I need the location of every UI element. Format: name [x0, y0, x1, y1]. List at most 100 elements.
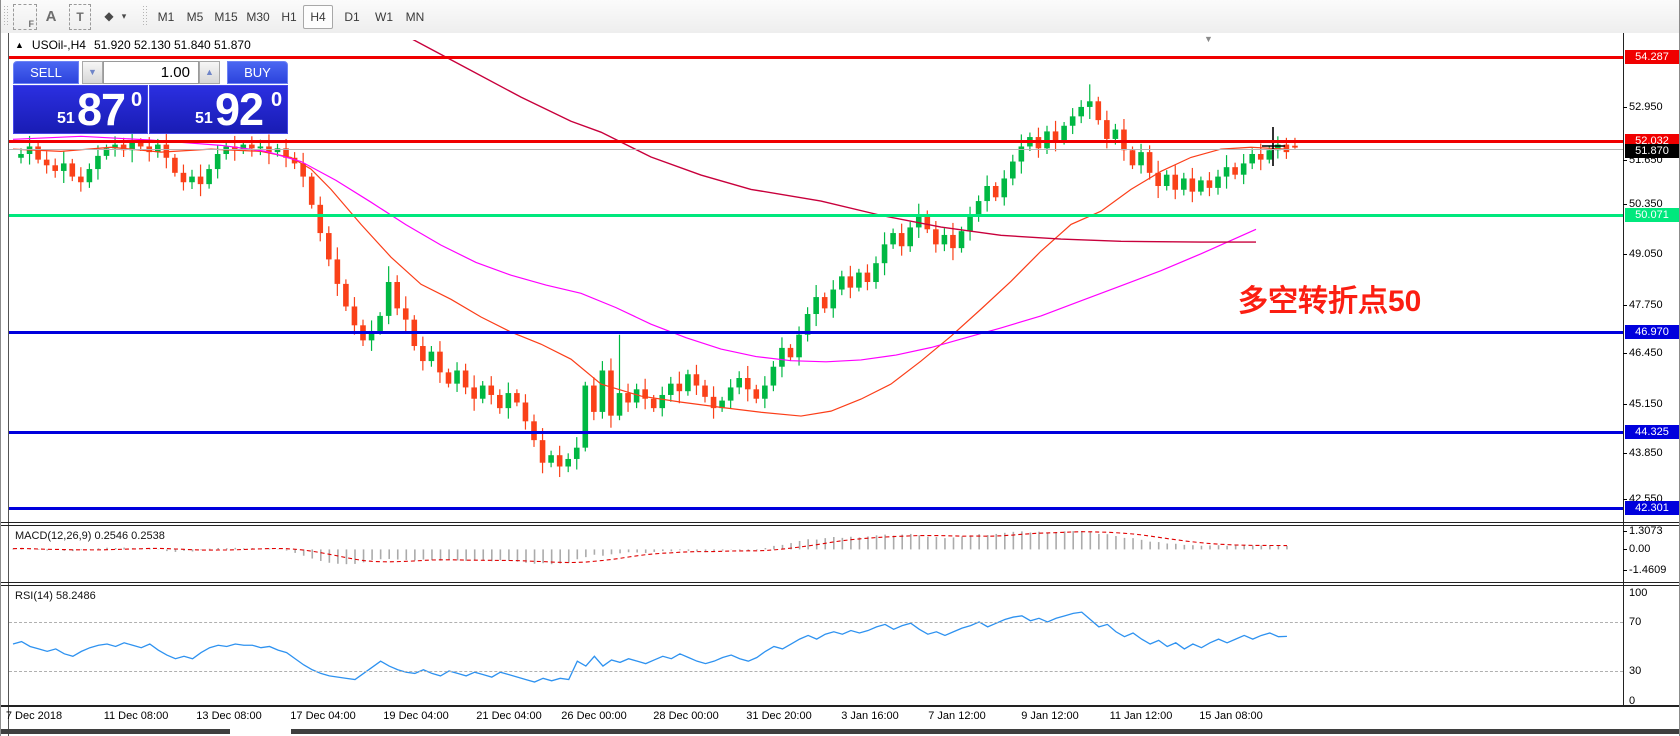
volume-increase-button[interactable]: ▲ [199, 61, 220, 84]
price-tick [1623, 107, 1627, 108]
price-tick-label: 49.050 [1629, 248, 1663, 260]
price-level-badge: 51.870 [1625, 144, 1679, 158]
frame-f-icon[interactable]: F [13, 4, 37, 30]
macd-tick-label: 0.00 [1629, 543, 1651, 555]
buy-price-big: 92 [215, 84, 264, 135]
sell-button[interactable]: SELL [13, 61, 79, 84]
time-axis-label: 31 Dec 20:00 [746, 710, 812, 722]
symbol-period-label: USOil-,H4 [31, 38, 86, 52]
macd-tick [1623, 570, 1627, 571]
rsi-pane[interactable] [9, 585, 1623, 705]
price-axis-border [1623, 33, 1624, 707]
hscrollbar-thumb[interactable] [291, 729, 1679, 734]
price-level-badge: 54.287 [1625, 50, 1679, 64]
price-level-line[interactable] [9, 331, 1623, 334]
price-tick-label: 52.950 [1629, 101, 1663, 113]
rsi-level-label: 70 [1629, 616, 1642, 628]
ohlc-values: 51.920 52.130 51.840 51.870 [93, 38, 251, 52]
tf-button-m5[interactable]: M5 [180, 5, 210, 29]
time-axis-label: 3 Jan 16:00 [841, 710, 899, 722]
price-level-badge: 46.970 [1625, 325, 1679, 339]
tf-button-w1[interactable]: W1 [369, 5, 399, 29]
collapse-panel-icon[interactable]: ▲ [15, 40, 24, 50]
time-axis-label: 7 Jan 12:00 [928, 710, 986, 722]
price-tick [1623, 305, 1627, 306]
mt4-window: F A T ◆ ▾ M1 M5 M15 M30 H1 H4 D1 W1 MN 5… [0, 0, 1680, 736]
time-axis-label: 11 Jan 12:00 [1109, 710, 1173, 722]
price-level-line[interactable] [9, 431, 1623, 434]
price-tick-label: 43.850 [1629, 447, 1663, 459]
macd-label: MACD(12,26,9) 0.2546 0.2538 [15, 530, 165, 542]
time-axis-label: 26 Dec 00:00 [561, 710, 627, 722]
price-level-line[interactable] [9, 140, 1623, 143]
hscrollbar-track[interactable] [1, 729, 230, 734]
rsi-label: RSI(14) 58.2486 [15, 590, 96, 602]
price-level-line[interactable] [9, 214, 1623, 217]
macd-tick [1623, 549, 1627, 550]
time-axis-label: 19 Dec 04:00 [383, 710, 449, 722]
time-axis-label: 15 Jan 08:00 [1199, 710, 1263, 722]
autoscroll-marker-icon: ▼ [1204, 34, 1213, 44]
buy-price-panel[interactable]: 51 92 0 [149, 84, 288, 135]
rsi-level-line [9, 622, 1623, 623]
price-tick-label: 47.750 [1629, 299, 1663, 311]
price-tick [1623, 204, 1627, 205]
time-axis-label: 13 Dec 08:00 [196, 710, 262, 722]
tf-button-mn[interactable]: MN [399, 5, 431, 29]
macd-tick [1623, 531, 1627, 532]
price-tick [1623, 160, 1627, 161]
time-axis-separator [1, 705, 1679, 707]
sell-price-sup: 0 [131, 89, 143, 111]
price-tick [1623, 353, 1627, 354]
toolbar-drag-handle[interactable] [3, 5, 9, 27]
pane-separator [1, 585, 1679, 586]
time-axis-label: 17 Dec 04:00 [290, 710, 356, 722]
chart-title: ▲ USOil-,H4 51.920 52.130 51.840 51.870 [15, 38, 251, 52]
price-level-line[interactable] [9, 507, 1623, 510]
tf-button-d1[interactable]: D1 [337, 5, 367, 29]
tf-button-h4[interactable]: H4 [303, 5, 333, 29]
price-level-line[interactable] [9, 149, 1623, 150]
price-tick [1623, 254, 1627, 255]
time-axis-label: 11 Dec 08:00 [103, 710, 169, 722]
sell-price-big: 87 [77, 84, 126, 135]
time-axis-label: 21 Dec 04:00 [476, 710, 542, 722]
price-level-line[interactable] [9, 56, 1623, 59]
price-tick-label: 46.450 [1629, 347, 1663, 359]
pane-separator[interactable] [1, 522, 1679, 523]
tf-button-m30[interactable]: M30 [241, 5, 275, 29]
price-tick [1623, 404, 1627, 405]
pane-separator[interactable] [1, 582, 1679, 583]
buy-price-sup: 0 [271, 89, 283, 111]
time-axis-label: 28 Dec 00:00 [653, 710, 719, 722]
rsi-level-label: 100 [1629, 587, 1648, 599]
macd-tick-label: 1.3073 [1629, 525, 1663, 537]
macd-tick-label: -1.4609 [1629, 564, 1667, 576]
price-level-badge: 44.325 [1625, 425, 1679, 439]
shapes-dropdown-icon[interactable]: ◆ [99, 4, 119, 28]
rsi-level-label: 30 [1629, 665, 1642, 677]
chart-window: 52.950 51.650 50.350 49.050 47.750 46.450 45.1… [1, 33, 1679, 736]
price-level-badge: 50.071 [1625, 208, 1679, 222]
price-tick-label: 45.150 [1629, 398, 1663, 410]
buy-price-prefix: 51 [195, 110, 213, 127]
buy-button[interactable]: BUY [227, 61, 288, 84]
toolbar-drag-handle-2[interactable] [142, 5, 148, 27]
pane-separator [1, 525, 1679, 526]
volume-decrease-button[interactable]: ▼ [82, 61, 103, 84]
macd-pane[interactable] [9, 525, 1623, 582]
insert-text-icon[interactable]: A [41, 4, 61, 28]
sell-price-panel[interactable]: 51 87 0 [13, 84, 148, 135]
text-label-icon[interactable]: T [69, 4, 91, 30]
shapes-dropdown-caret-icon[interactable]: ▾ [119, 4, 129, 28]
toolbar: F A T ◆ ▾ M1 M5 M15 M30 H1 H4 D1 W1 MN [1, 0, 1679, 34]
tf-button-h1[interactable]: H1 [274, 5, 304, 29]
rsi-level-line [9, 671, 1623, 672]
price-tick [1623, 499, 1627, 500]
price-tick [1623, 453, 1627, 454]
tf-button-m15[interactable]: M15 [209, 5, 243, 29]
tf-button-m1[interactable]: M1 [151, 5, 181, 29]
sell-price-prefix: 51 [57, 110, 75, 127]
price-level-badge: 42.301 [1625, 501, 1679, 515]
volume-input[interactable] [103, 61, 199, 84]
